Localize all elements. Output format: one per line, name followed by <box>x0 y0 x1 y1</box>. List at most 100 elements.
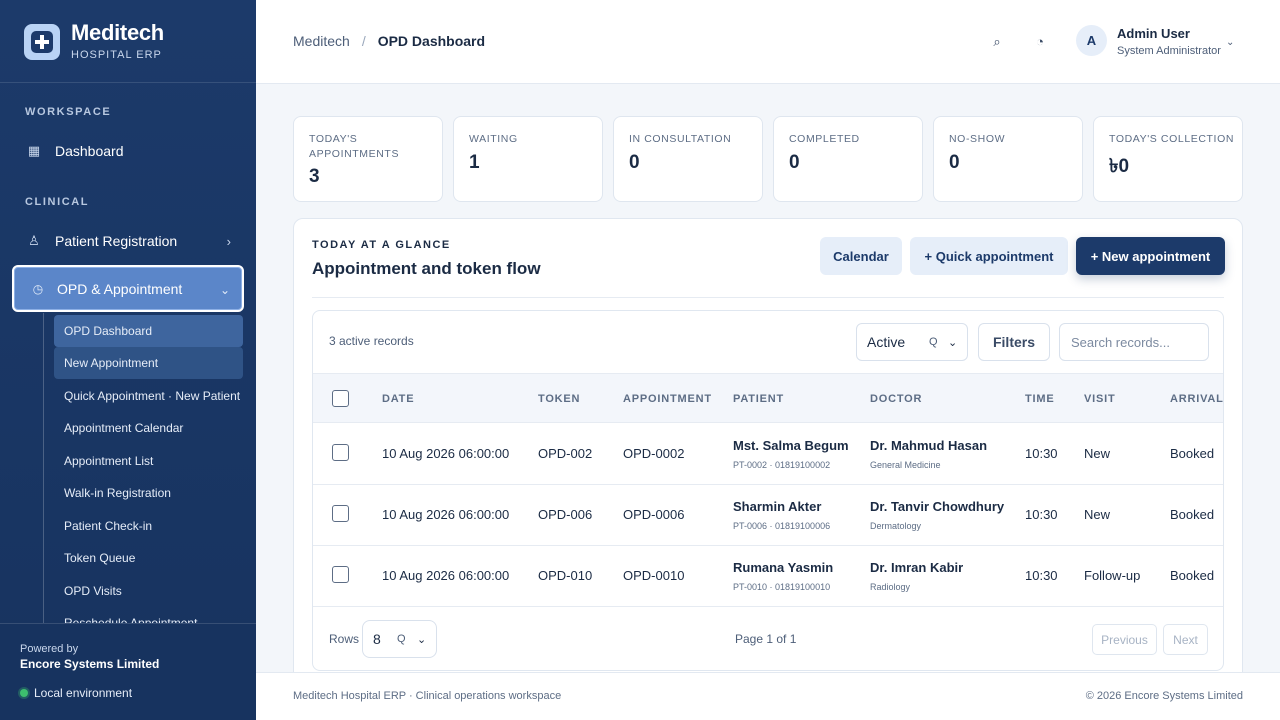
subnav-item-quick-appointment[interactable]: Quick Appointment · New Patient <box>54 380 243 412</box>
breadcrumb-root[interactable]: Meditech <box>293 33 350 49</box>
sidebar-item-patient-registration[interactable]: ♙ Patient Registration › <box>25 233 235 249</box>
cell-time: 10:30 <box>1025 507 1058 522</box>
cell-date: 10 Aug 2026 06:00:00 <box>382 446 510 461</box>
sidebar-item-opd-appointment[interactable]: ◷ OPD & Appointment ⌄ <box>12 265 244 312</box>
sidebar-item-dashboard[interactable]: ▦ Dashboard <box>25 143 235 159</box>
subnav-item-walk-in-registration[interactable]: Walk-in Registration <box>54 477 243 509</box>
row-checkbox[interactable] <box>332 505 349 522</box>
select-all-checkbox[interactable] <box>332 390 349 407</box>
next-page-button[interactable]: Next <box>1163 624 1208 655</box>
cell-patient-name: Mst. Salma Begum <box>733 438 849 453</box>
subnav-item-reschedule-appointment[interactable]: Reschedule Appointment <box>54 607 243 623</box>
cell-time: 10:30 <box>1025 568 1058 583</box>
table-row[interactable]: 10 Aug 2026 06:00:00 OPD-006 OPD-0006 Sh… <box>313 484 1223 546</box>
cell-token: OPD-006 <box>538 507 593 522</box>
stat-value: 3 <box>309 166 320 187</box>
subnav-item-opd-visits[interactable]: OPD Visits <box>54 575 243 607</box>
environment-indicator: Local environment <box>20 686 132 700</box>
theme-toggle-icon[interactable]: ◔ <box>1030 32 1050 52</box>
cell-doctor-name: Dr. Tanvir Chowdhury <box>870 499 1005 514</box>
footer-copyright: © 2026 Encore Systems Limited <box>1085 690 1243 702</box>
user-name[interactable]: Admin User <box>1117 26 1190 41</box>
rows-per-page-select[interactable]: 8 Q ⌄ <box>362 620 437 658</box>
stat-label: IN CONSULTATION <box>629 133 732 145</box>
calendar-button[interactable]: Calendar <box>820 237 902 275</box>
subnav-item-token-queue[interactable]: Token Queue <box>54 542 243 574</box>
section-label-workspace: WORKSPACE <box>25 106 112 118</box>
status-dot-icon <box>20 689 28 697</box>
powered-by-label: Powered by <box>20 643 79 655</box>
status-filter-select[interactable]: Active Q ⌄ <box>856 323 968 361</box>
column-header-doctor[interactable]: DOCTOR <box>870 393 922 405</box>
cell-token: OPD-010 <box>538 568 593 583</box>
column-header-arrival[interactable]: ARRIVAL <box>1170 393 1223 405</box>
previous-page-button[interactable]: Previous <box>1092 624 1157 655</box>
column-header-appointment[interactable]: APPOINTMENT <box>623 393 712 405</box>
subnav-item-appointment-list[interactable]: Appointment List <box>54 445 243 477</box>
cell-token: OPD-002 <box>538 446 593 461</box>
cell-date: 10 Aug 2026 06:00:00 <box>382 568 510 583</box>
avatar[interactable]: A <box>1076 25 1107 56</box>
row-checkbox[interactable] <box>332 566 349 583</box>
cell-patient-name: Rumana Yasmin <box>733 560 834 575</box>
panel-divider <box>312 297 1224 298</box>
chevron-down-icon[interactable]: ⌄ <box>1226 37 1234 48</box>
chevron-down-icon: ⌄ <box>948 336 958 349</box>
table-row[interactable]: 10 Aug 2026 06:00:00 OPD-010 OPD-0010 Ru… <box>313 545 1223 607</box>
search-input[interactable] <box>1059 323 1209 361</box>
column-header-date[interactable]: DATE <box>382 393 414 405</box>
section-label-clinical: CLINICAL <box>25 196 90 208</box>
panel-eyebrow: TODAY AT A GLANCE <box>312 239 451 251</box>
cell-appointment: OPD-0002 <box>623 446 685 461</box>
stat-card-waiting: WAITING 1 <box>453 116 603 202</box>
stat-value: 0 <box>789 152 800 173</box>
cell-doctor-name: Dr. Imran Kabir <box>870 560 964 575</box>
stat-value: 0 <box>949 152 960 173</box>
table-header: DATE TOKEN APPOINTMENT PATIENT DOCTOR TI… <box>313 373 1223 423</box>
cell-doctor-name: Dr. Mahmud Hasan <box>870 438 988 453</box>
cell-appointment: OPD-0006 <box>623 507 685 522</box>
page-info: Page 1 of 1 <box>735 632 797 646</box>
cell-visit: Follow-up <box>1084 568 1141 583</box>
sidebar-footer: Powered by Encore Systems Limited Local … <box>0 623 256 720</box>
sidebar-item-label: Dashboard <box>55 143 124 159</box>
row-checkbox[interactable] <box>332 444 349 461</box>
appointment-panel: TODAY AT A GLANCE Appointment and token … <box>293 218 1243 688</box>
table-row[interactable]: 10 Aug 2026 06:00:00 OPD-002 OPD-0002 Ms… <box>313 423 1223 485</box>
company-name: Encore Systems Limited <box>20 657 160 671</box>
subnav-item-opd-dashboard[interactable]: OPD Dashboard <box>54 315 243 347</box>
chevron-down-icon: ⌄ <box>417 634 427 646</box>
brand-subtitle: HOSPITAL ERP <box>71 49 162 61</box>
cell-date: 10 Aug 2026 06:00:00 <box>382 507 510 522</box>
brand-name: Meditech <box>71 20 164 45</box>
brand[interactable]: Meditech HOSPITAL ERP <box>24 22 164 61</box>
cell-patient-meta: PT-0010 · 01819100010 <box>733 582 831 592</box>
environment-label: Local environment <box>34 686 133 700</box>
brand-logo-icon <box>24 23 60 60</box>
new-appointment-button[interactable]: + New appointment <box>1076 237 1225 275</box>
breadcrumb-separator: / <box>361 33 366 49</box>
filters-button[interactable]: Filters <box>978 323 1050 361</box>
subnav-item-patient-check-in[interactable]: Patient Check-in <box>54 510 243 542</box>
user-role: System Administrator <box>1117 45 1221 57</box>
column-header-visit[interactable]: VISIT <box>1084 393 1116 405</box>
subnav-item-appointment-calendar[interactable]: Appointment Calendar <box>54 412 243 444</box>
column-header-time[interactable]: TIME <box>1025 393 1054 405</box>
cell-arrival: Booked <box>1170 568 1215 583</box>
appointments-table: 3 active records Active Q ⌄ Filters DATE… <box>312 310 1224 671</box>
column-header-token[interactable]: TOKEN <box>538 393 580 405</box>
search-icon[interactable]: ⌕ <box>987 32 1007 52</box>
stat-value: ৳0 <box>1109 156 1130 177</box>
cell-doctor-department: General Medicine <box>870 460 941 470</box>
rows-per-page-value: 8 <box>373 631 381 647</box>
search-icon: Q <box>929 336 938 348</box>
column-header-patient[interactable]: PATIENT <box>733 393 784 405</box>
status-filter-value: Active <box>867 334 906 350</box>
sidebar-item-label: OPD & Appointment <box>57 280 183 297</box>
subnav-item-new-appointment[interactable]: New Appointment <box>54 347 243 379</box>
breadcrumb: Meditech / OPD Dashboard <box>293 33 485 49</box>
breadcrumb-current: OPD Dashboard <box>377 33 486 49</box>
stat-value: 0 <box>629 152 640 173</box>
quick-appointment-button[interactable]: + Quick appointment <box>910 237 1068 275</box>
cell-appointment: OPD-0010 <box>623 568 685 583</box>
